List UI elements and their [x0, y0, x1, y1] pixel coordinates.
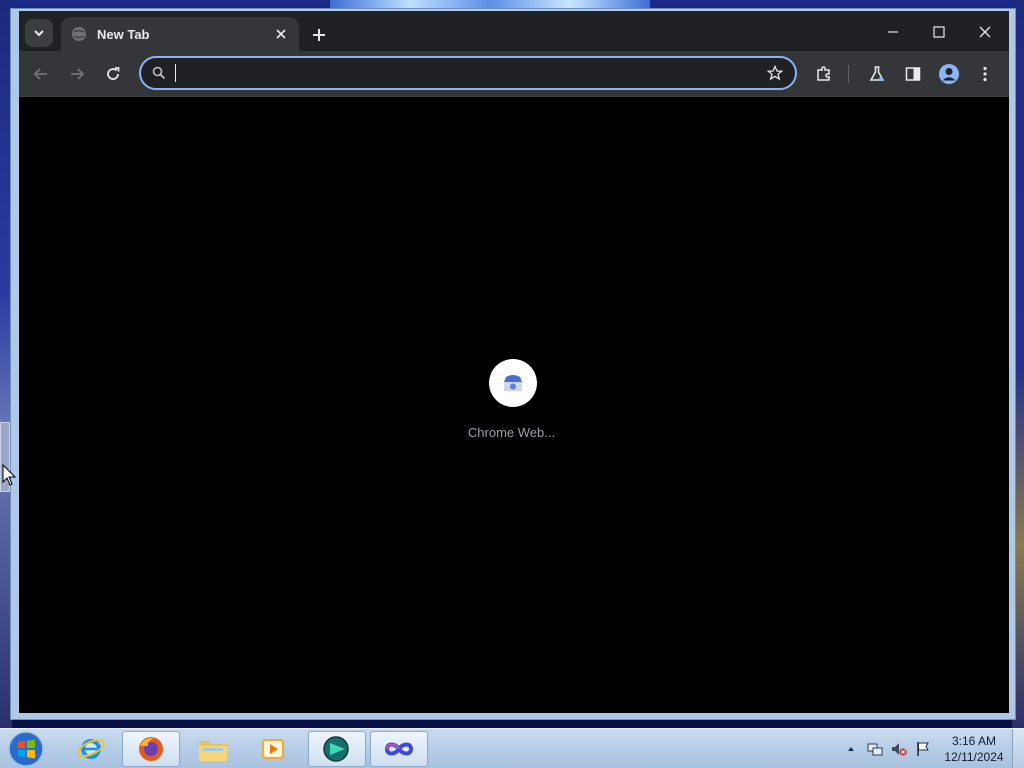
taskbar-file-explorer[interactable]: [184, 731, 242, 767]
tray-volume-button[interactable]: [891, 741, 907, 757]
address-input[interactable]: [176, 65, 765, 81]
plus-icon: [313, 29, 325, 41]
new-tab-button[interactable]: [307, 23, 331, 47]
loading-label: Chrome Web...: [467, 425, 556, 440]
internet-explorer-icon: [77, 738, 105, 759]
side-panel-icon: [905, 67, 921, 81]
browser-window: New Tab Chrome Web...: [10, 8, 1016, 720]
teal-app-icon: [323, 736, 349, 762]
address-bar[interactable]: [139, 56, 797, 90]
maximize-icon: [933, 26, 945, 38]
toolbar: [19, 51, 1009, 97]
media-player-icon: [262, 739, 284, 759]
chrome-frame: New Tab Chrome Web...: [19, 11, 1009, 713]
show-desktop-button[interactable]: [1012, 729, 1024, 768]
arrow-right-icon: [71, 68, 85, 80]
clock-time: 3:16 AM: [951, 734, 997, 748]
flask-icon: [869, 66, 885, 81]
firefox-icon: [139, 737, 163, 761]
folder-icon: [199, 741, 227, 761]
flag-icon: [917, 742, 929, 756]
infinity-icon: [384, 742, 414, 756]
taskbar-firefox[interactable]: [122, 731, 180, 767]
back-button[interactable]: [27, 60, 55, 88]
reload-button[interactable]: [99, 60, 127, 88]
clock-date: 12/11/2024: [944, 750, 1004, 764]
close-icon: [276, 29, 286, 39]
tray-network-button[interactable]: [867, 741, 883, 757]
tab-title: New Tab: [97, 26, 150, 42]
chrome-web-store-icon: [504, 375, 522, 391]
taskbar-internet-explorer[interactable]: [62, 731, 120, 767]
tab-close-button[interactable]: [273, 26, 289, 42]
taskbar-media-player[interactable]: [244, 731, 302, 767]
reload-icon: [107, 67, 120, 80]
star-icon: [767, 65, 783, 81]
taskbar-chrome-app[interactable]: [308, 731, 366, 767]
forward-button[interactable]: [63, 60, 91, 88]
window-close-button[interactable]: [963, 19, 1007, 45]
wallpaper-glow: [330, 0, 650, 8]
tray-action-center-button[interactable]: [915, 741, 931, 757]
start-button[interactable]: [6, 731, 46, 767]
page-content: Chrome Web...: [19, 97, 1009, 713]
loading-spinner: [489, 359, 537, 407]
tab-new-tab[interactable]: New Tab: [61, 17, 299, 51]
chevron-up-icon: [848, 747, 854, 751]
bookmark-star-button[interactable]: [765, 63, 785, 83]
tray-show-hidden-button[interactable]: [843, 741, 859, 757]
chevron-down-icon: [34, 30, 44, 37]
tab-search-button[interactable]: [25, 19, 53, 47]
volume-muted-icon: [892, 743, 907, 756]
minimize-button[interactable]: [871, 19, 915, 45]
mouse-cursor-icon: [2, 464, 16, 486]
windows-logo-icon: [8, 731, 44, 767]
taskbar-infinity-app[interactable]: [370, 731, 428, 767]
kebab-menu-icon: [983, 66, 987, 82]
network-icon: [867, 743, 883, 756]
avatar-icon: [939, 64, 959, 84]
taskbar-clock[interactable]: 3:16 AM 12/11/2024: [938, 733, 1010, 765]
maximize-button[interactable]: [917, 19, 961, 45]
close-icon: [979, 26, 991, 38]
extensions-button[interactable]: [810, 60, 838, 88]
globe-icon: [72, 27, 86, 41]
search-icon: [151, 65, 167, 81]
minimize-icon: [888, 31, 898, 33]
toolbar-separator: [848, 65, 849, 83]
side-panel-button[interactable]: [899, 60, 927, 88]
title-bar: New Tab: [19, 11, 1009, 51]
profile-button[interactable]: [935, 60, 963, 88]
puzzle-icon: [817, 66, 830, 81]
arrow-left-icon: [33, 68, 47, 80]
menu-button[interactable]: [971, 60, 999, 88]
taskbar: 3:16 AM 12/11/2024: [0, 728, 1024, 768]
chrome-labs-button[interactable]: [863, 60, 891, 88]
